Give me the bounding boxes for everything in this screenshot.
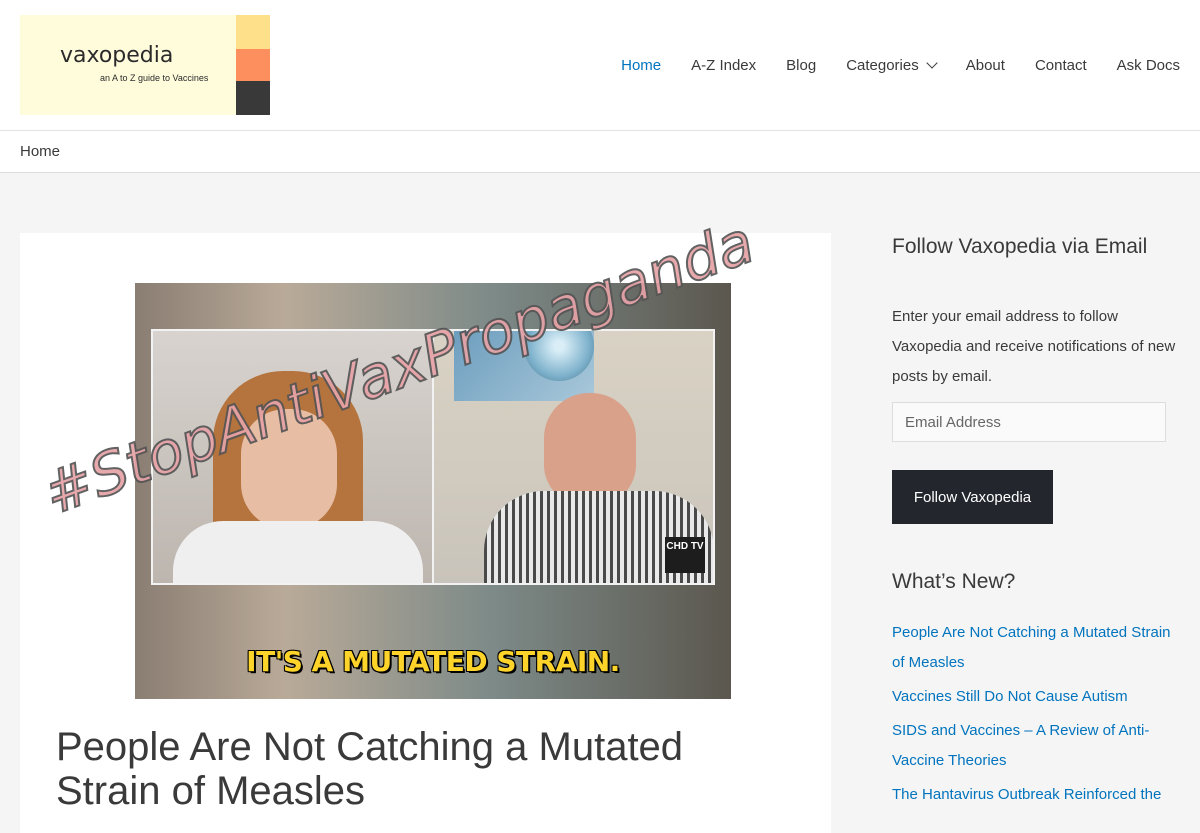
article-card: CHD TV IT'S A MUTATED STRAIN. #StopAntiV… xyxy=(20,207,831,833)
follow-description: Enter your email address to follow Vaxop… xyxy=(892,308,1176,385)
nav-categories-label: Categories xyxy=(846,56,919,74)
logo-tagline: an A to Z guide to Vaccines xyxy=(100,73,209,83)
woman-shirt xyxy=(173,521,423,583)
nav-ask-docs[interactable]: Ask Docs xyxy=(1117,57,1180,74)
recent-posts-list: People Are Not Catching a Mutated Strain… xyxy=(892,618,1182,814)
whats-new-title: What’s New? xyxy=(892,570,1016,593)
logo-stripe-dark xyxy=(236,81,270,115)
recent-post-link[interactable]: Vaccines Still Do Not Cause Autism xyxy=(892,688,1128,705)
recent-post-link[interactable]: SIDS and Vaccines – A Review of Anti-Vac… xyxy=(892,722,1149,769)
main-nav: Home A-Z Index Blog Categories About Con… xyxy=(591,0,1180,130)
nav-a-z-index[interactable]: A-Z Index xyxy=(691,57,756,74)
email-field[interactable] xyxy=(892,402,1166,442)
follow-button[interactable]: Follow Vaxopedia xyxy=(892,470,1053,524)
video-caption: IT'S A MUTATED STRAIN. xyxy=(246,645,620,678)
nav-blog[interactable]: Blog xyxy=(786,57,816,74)
list-item: SIDS and Vaccines – A Review of Anti-Vac… xyxy=(892,716,1182,776)
channel-bug: CHD TV xyxy=(665,537,705,573)
chevron-down-icon[interactable] xyxy=(926,57,938,69)
site-header: vaxopedia an A to Z guide to Vaccines Ho… xyxy=(0,0,1200,131)
breadcrumb-bar: Home xyxy=(0,131,1200,173)
recent-post-link[interactable]: People Are Not Catching a Mutated Strain… xyxy=(892,624,1171,671)
sidebar: Follow Vaxopedia via Email Enter your em… xyxy=(892,235,1182,803)
nav-home[interactable]: Home xyxy=(621,57,661,74)
nav-contact[interactable]: Contact xyxy=(1035,57,1087,74)
logo-name: vaxopedia xyxy=(60,43,174,68)
logo-stripe-yellow xyxy=(236,15,270,49)
nav-categories[interactable]: Categories xyxy=(846,56,938,74)
site-logo[interactable]: vaxopedia an A to Z guide to Vaccines xyxy=(20,15,270,115)
follow-widget-title: Follow Vaxopedia via Email xyxy=(892,235,1148,258)
breadcrumb: Home xyxy=(20,143,61,160)
recent-post-link[interactable]: The Hantavirus Outbreak Reinforced the xyxy=(892,786,1161,803)
man-head xyxy=(544,393,636,505)
list-item: The Hantavirus Outbreak Reinforced the xyxy=(892,780,1182,810)
list-item: People Are Not Catching a Mutated Strain… xyxy=(892,618,1182,678)
nav-about[interactable]: About xyxy=(966,57,1005,74)
logo-stripe-orange xyxy=(236,49,270,81)
logo-background: vaxopedia an A to Z guide to Vaccines xyxy=(20,15,236,115)
list-item: Vaccines Still Do Not Cause Autism xyxy=(892,682,1182,712)
